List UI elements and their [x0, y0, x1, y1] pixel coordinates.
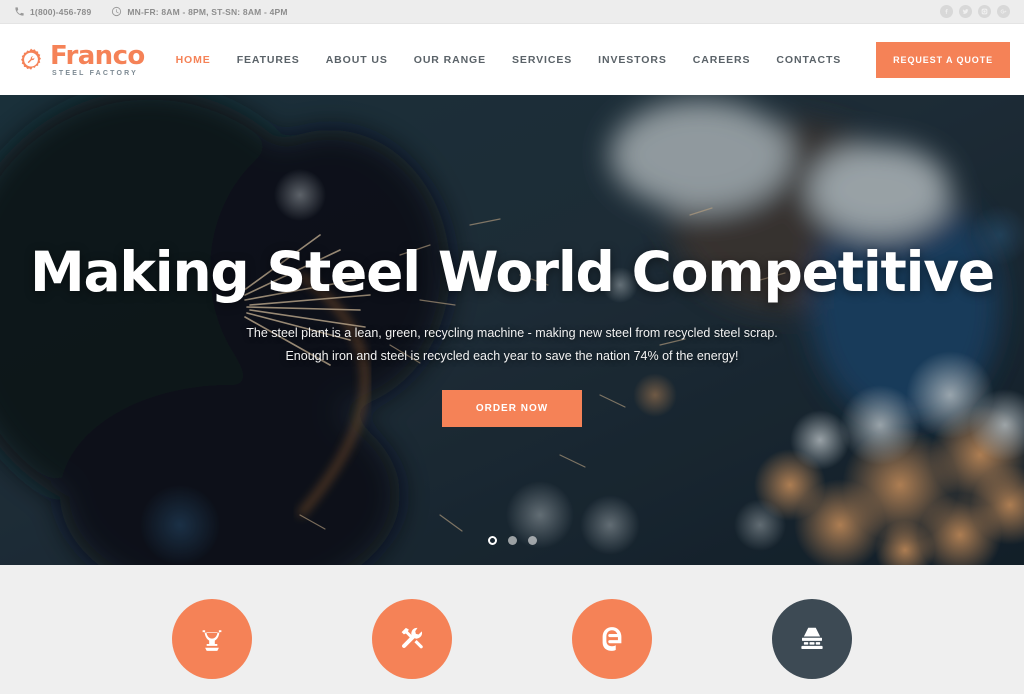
- hammer-wrench-icon: [401, 627, 423, 649]
- phone-text: 1(800)-456-789: [30, 6, 92, 17]
- nav-item-contacts[interactable]: CONTACTS: [763, 54, 854, 66]
- feature-circle-2: [372, 599, 452, 679]
- slider-pagination: [0, 536, 1024, 545]
- feature-icon-row: [0, 565, 1024, 694]
- slider-dot-1[interactable]: [487, 536, 497, 545]
- site-header: Franco STEEL FACTORY HOME FEATURES ABOUT…: [0, 24, 1024, 95]
- instagram-icon[interactable]: [978, 5, 991, 18]
- nav-item-about-us[interactable]: ABOUT US: [313, 54, 401, 66]
- hours-text: MN-FR: 8AM - 8PM, ST-SN: 8AM - 4PM: [127, 6, 288, 17]
- main-nav: HOME FEATURES ABOUT US OUR RANGE SERVICE…: [163, 41, 1010, 78]
- clock-icon: [112, 6, 122, 17]
- gear-wrench-icon: [21, 48, 41, 70]
- feature-circle-3: [572, 599, 652, 679]
- feature-item-factory[interactable]: [772, 599, 852, 679]
- phone-icon: [15, 7, 24, 16]
- hours-info: MN-FR: 8AM - 8PM, ST-SN: 8AM - 4PM: [111, 6, 287, 17]
- twitter-icon[interactable]: [959, 5, 972, 18]
- hero-subtitle-line-1: The steel plant is a lean, green, recycl…: [246, 326, 778, 340]
- logo[interactable]: Franco STEEL FACTORY: [18, 43, 145, 77]
- hero-subtitle-line-2: Enough iron and steel is recycled each y…: [285, 349, 739, 364]
- social-links: [940, 5, 1010, 18]
- feature-item-foundry[interactable]: [172, 599, 252, 679]
- hero-subtitle: The steel plant is a lean, green, recycl…: [246, 322, 778, 368]
- nav-item-features[interactable]: FEATURES: [224, 54, 313, 66]
- google-plus-icon[interactable]: [997, 5, 1010, 18]
- hero-slider: Making Steel World Competitive The steel…: [0, 95, 1024, 565]
- factory-furnace-icon: [801, 627, 823, 649]
- welding-helmet-icon: [602, 627, 622, 651]
- nav-item-careers[interactable]: CAREERS: [680, 54, 764, 66]
- nav-item-services[interactable]: SERVICES: [499, 54, 585, 66]
- top-info-bar: 1(800)-456-789 MN-FR: 8AM - 8PM, ST-SN: …: [0, 0, 1024, 24]
- order-now-button[interactable]: ORDER NOW: [441, 390, 583, 428]
- nav-item-investors[interactable]: INVESTORS: [585, 54, 680, 66]
- hero-content: Making Steel World Competitive The steel…: [0, 95, 1024, 565]
- facebook-icon[interactable]: [940, 5, 953, 18]
- nav-item-our-range[interactable]: OUR RANGE: [401, 54, 499, 66]
- logo-name: Franco: [50, 40, 145, 71]
- nav-item-home[interactable]: HOME: [163, 54, 224, 66]
- logo-text: Franco STEEL FACTORY: [50, 43, 145, 77]
- request-quote-button[interactable]: REQUEST A QUOTE: [876, 41, 1010, 78]
- feature-item-tools[interactable]: [372, 599, 452, 679]
- slider-dot-2[interactable]: [507, 536, 517, 545]
- foundry-ladle-icon: [202, 630, 222, 651]
- feature-circle-4: [772, 599, 852, 679]
- slider-dot-3[interactable]: [527, 536, 537, 545]
- hero-title: Making Steel World Competitive: [29, 240, 995, 304]
- feature-item-welding[interactable]: [572, 599, 652, 679]
- feature-circle-1: [172, 599, 252, 679]
- phone-info[interactable]: 1(800)-456-789: [14, 6, 91, 17]
- logo-tagline: STEEL FACTORY: [52, 69, 139, 77]
- page-root: 1(800)-456-789 MN-FR: 8AM - 8PM, ST-SN: …: [0, 0, 1024, 694]
